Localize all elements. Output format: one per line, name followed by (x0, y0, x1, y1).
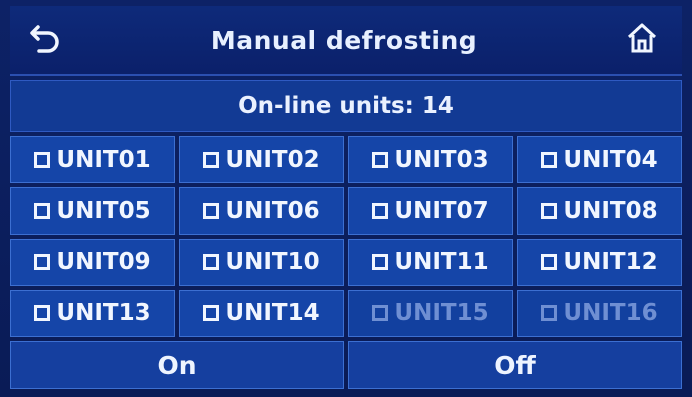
unit-checkbox-item[interactable]: UNIT14 (179, 289, 344, 337)
unit-label: UNIT15 (394, 300, 489, 327)
back-button[interactable] (24, 18, 68, 62)
unit-label: UNIT09 (56, 249, 151, 276)
checkbox-icon (372, 202, 389, 219)
unit-label: UNIT11 (394, 249, 489, 276)
back-arrow-icon (29, 21, 63, 59)
unit-grid: UNIT01 UNIT02 UNIT03 UNIT04 UNIT05 UNIT06 UNIT… (10, 136, 682, 337)
checkbox-icon (203, 151, 220, 168)
online-units-status: On-line units: 14 (10, 80, 682, 132)
online-units-text: On-line units: 14 (238, 93, 454, 119)
checkbox-icon (541, 305, 558, 322)
unit-label: UNIT13 (56, 300, 151, 327)
off-button[interactable]: Off (348, 341, 682, 389)
header-bar: Manual defrosting (10, 6, 682, 76)
unit-checkbox-item[interactable]: UNIT07 (348, 187, 513, 235)
unit-label: UNIT03 (394, 146, 489, 173)
home-icon (625, 21, 659, 59)
home-button[interactable] (620, 18, 664, 62)
unit-label: UNIT07 (394, 197, 489, 224)
checkbox-icon (541, 151, 558, 168)
checkbox-icon (34, 151, 51, 168)
checkbox-icon (541, 254, 558, 271)
checkbox-icon (203, 254, 220, 271)
unit-label: UNIT02 (225, 146, 320, 173)
unit-label: UNIT05 (56, 197, 151, 224)
unit-label: UNIT01 (56, 146, 151, 173)
unit-checkbox-item: UNIT15 (348, 289, 513, 337)
unit-checkbox-item: UNIT16 (517, 289, 682, 337)
unit-label: UNIT14 (225, 300, 320, 327)
checkbox-icon (541, 202, 558, 219)
checkbox-icon (34, 202, 51, 219)
footer-actions: On Off (10, 341, 682, 389)
checkbox-icon (34, 254, 51, 271)
page-title: Manual defrosting (210, 25, 478, 55)
checkbox-icon (203, 305, 220, 322)
checkbox-icon (372, 151, 389, 168)
checkbox-icon (203, 202, 220, 219)
checkbox-icon (34, 305, 51, 322)
unit-checkbox-item[interactable]: UNIT08 (517, 187, 682, 235)
checkbox-icon (372, 254, 389, 271)
unit-checkbox-item[interactable]: UNIT02 (179, 136, 344, 184)
unit-label: UNIT04 (563, 146, 658, 173)
unit-checkbox-item[interactable]: UNIT10 (179, 238, 344, 286)
unit-checkbox-item[interactable]: UNIT11 (348, 238, 513, 286)
unit-checkbox-item[interactable]: UNIT09 (10, 238, 175, 286)
unit-checkbox-item[interactable]: UNIT06 (179, 187, 344, 235)
unit-checkbox-item[interactable]: UNIT13 (10, 289, 175, 337)
unit-checkbox-item[interactable]: UNIT12 (517, 238, 682, 286)
unit-checkbox-item[interactable]: UNIT03 (348, 136, 513, 184)
unit-label: UNIT08 (563, 197, 658, 224)
unit-checkbox-item[interactable]: UNIT05 (10, 187, 175, 235)
checkbox-icon (372, 305, 389, 322)
unit-label: UNIT12 (563, 249, 658, 276)
unit-checkbox-item[interactable]: UNIT04 (517, 136, 682, 184)
unit-label: UNIT06 (225, 197, 320, 224)
unit-checkbox-item[interactable]: UNIT01 (10, 136, 175, 184)
unit-label: UNIT16 (563, 300, 658, 327)
unit-label: UNIT10 (225, 249, 320, 276)
on-button[interactable]: On (10, 341, 344, 389)
screen: Manual defrosting On-line units: 14 UNIT… (0, 0, 692, 397)
